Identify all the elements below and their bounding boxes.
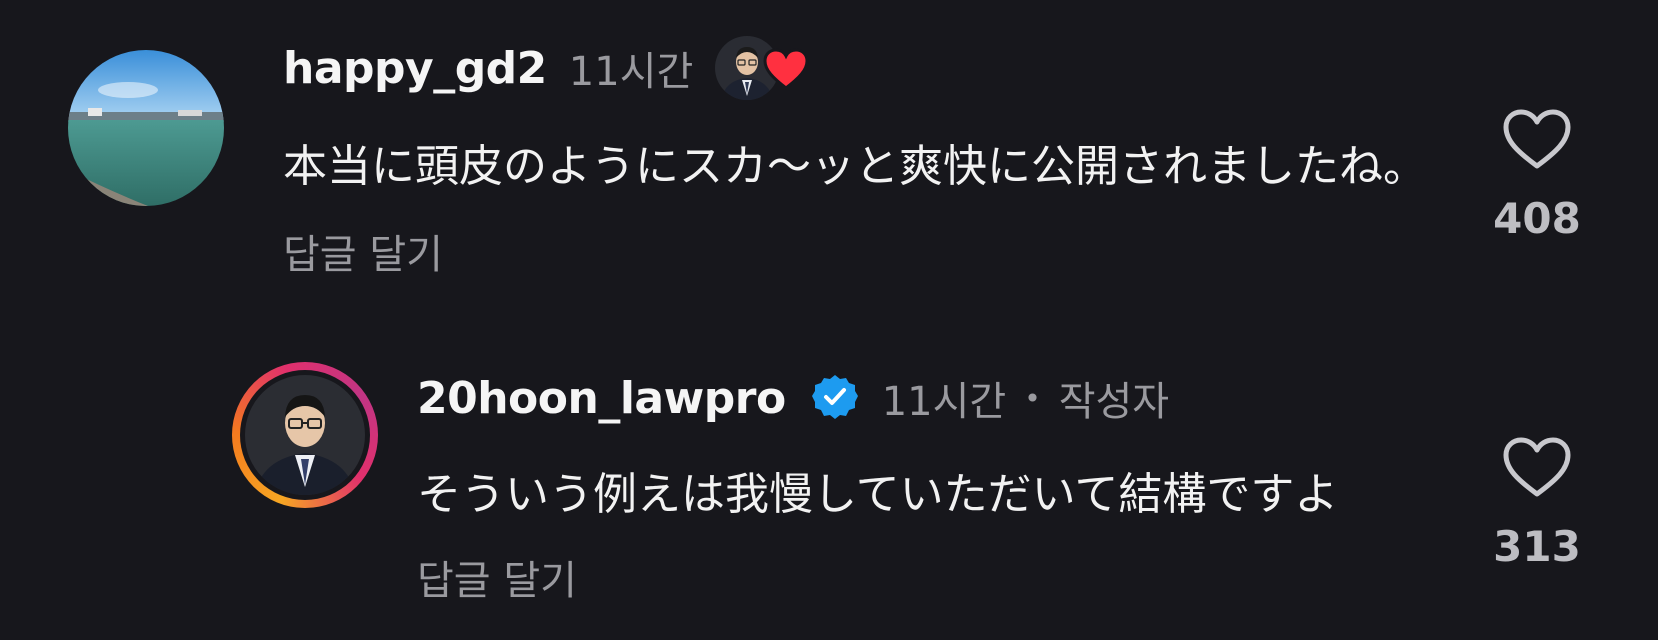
landscape-avatar-image bbox=[68, 50, 224, 206]
username[interactable]: happy_gd2 bbox=[283, 43, 547, 94]
story-ring[interactable] bbox=[232, 362, 378, 508]
comment-body: そういう例えは我慢していただいて結構ですよ bbox=[417, 469, 1339, 520]
author-avatar bbox=[245, 375, 365, 495]
comment-body: 本当に頭皮のようにスカ〜ッと爽快に公開されましたね。 bbox=[283, 141, 1427, 192]
comment-timestamp: 11시간 bbox=[881, 379, 1007, 425]
username[interactable]: 20hoon_lawpro bbox=[417, 373, 786, 424]
separator-dot: • bbox=[1024, 381, 1041, 415]
liked-by-author-badge bbox=[715, 36, 809, 100]
author-label: 작성자 bbox=[1058, 379, 1170, 425]
heart-outline-icon[interactable] bbox=[1502, 108, 1572, 170]
comment-header: 20hoon_lawpro 11시간 • 작성자 bbox=[417, 368, 1169, 428]
like-count: 313 bbox=[1493, 522, 1581, 571]
comment-header: happy_gd2 11시간 bbox=[283, 36, 809, 100]
person-avatar-icon bbox=[245, 375, 365, 495]
heart-filled-icon bbox=[763, 48, 809, 90]
comment-timestamp: 11시간 bbox=[568, 49, 694, 95]
user-avatar[interactable] bbox=[68, 50, 224, 206]
like-count: 408 bbox=[1493, 194, 1581, 243]
avatar-gap bbox=[240, 370, 370, 500]
reply-button[interactable]: 답글 달기 bbox=[283, 222, 443, 280]
comment-thread: happy_gd2 11시간 本当に頭皮のようにスカ〜ッと爽快に公開されましたね… bbox=[0, 0, 1658, 640]
verified-badge-icon bbox=[811, 375, 858, 419]
heart-outline-icon[interactable] bbox=[1502, 436, 1572, 498]
reply-button[interactable]: 답글 달기 bbox=[417, 548, 577, 606]
